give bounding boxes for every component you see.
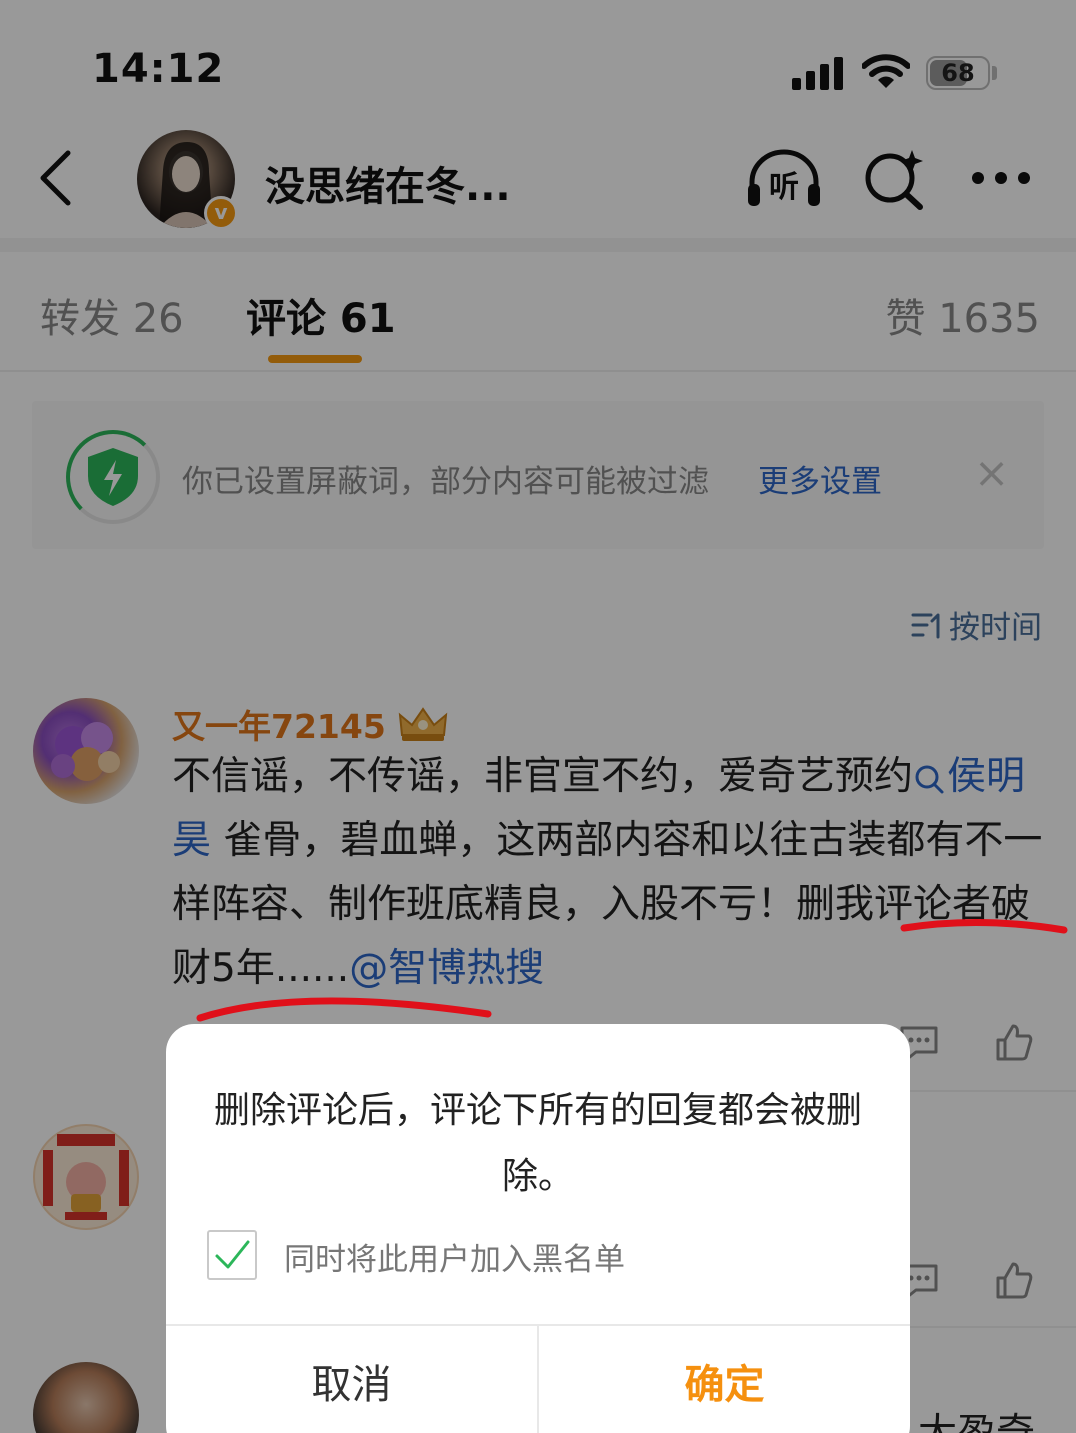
checkmark-icon (215, 1240, 250, 1269)
blacklist-label[interactable]: 同时将此用户加入黑名单 (284, 1234, 625, 1279)
delete-confirm-dialog: 删除评论后，评论下所有的回复都会被删除。 同时将此用户加入黑名单 取消 确定 (166, 1024, 910, 1433)
cancel-button[interactable]: 取消 (166, 1326, 537, 1433)
blacklist-checkbox[interactable] (207, 1230, 257, 1280)
dialog-message: 删除评论后，评论下所有的回复都会被删除。 (213, 1090, 862, 1197)
confirm-button[interactable]: 确定 (539, 1326, 910, 1433)
